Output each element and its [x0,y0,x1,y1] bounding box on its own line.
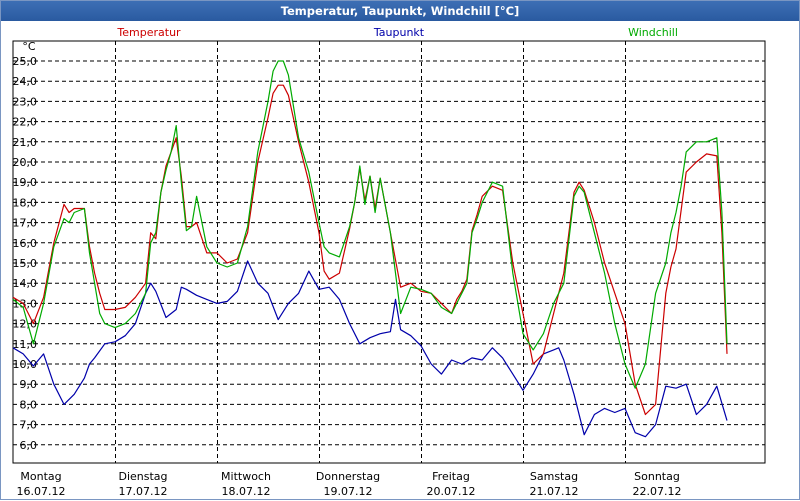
x-date-label: 17.07.12 [119,485,168,498]
y-tick-label: 24,0 [13,75,38,88]
x-day-labels: Montag 16.07.12 Dienstag 17.07.12 Mittwoch 18… [17,470,682,498]
x-day-name: Freitag [432,470,470,483]
x-date-label: 19.07.12 [324,485,373,498]
legend: Temperatur Taupunkt Windchill [116,26,678,39]
series-lines [12,60,728,438]
x-date-label: 22.07.12 [633,485,682,498]
x-day-name: Montag [20,470,61,483]
y-tick-label: 22,0 [13,116,38,129]
x-day-name: Dienstag [118,470,167,483]
plot-frame [12,40,766,464]
x-day-name: Samstag [530,470,578,483]
y-tick-label: 17,0 [13,217,38,230]
y-tick-label: 14,0 [13,277,38,290]
y-tick-label: 6,0 [20,439,38,452]
y-tick-label: 21,0 [13,136,38,149]
line-chart: °C 6,07,08,09,010,011,012,013,014,015,01… [12,26,766,498]
y-tick-label: 10,0 [13,358,38,371]
x-day-name: Donnerstag [316,470,380,483]
series-line-taupunkt [12,260,728,438]
series-line-temperatur [12,84,728,416]
y-tick-label: 19,0 [13,176,38,189]
y-tick-label: 9,0 [20,378,38,391]
legend-temperatur: Temperatur [116,26,181,39]
y-tick-label: 23,0 [13,95,38,108]
x-date-label: 20.07.12 [427,485,476,498]
y-axis-label: °C [22,40,36,53]
y-tick-label: 8,0 [20,398,38,411]
y-tick-label: 25,0 [13,55,38,68]
y-tick-labels: 6,07,08,09,010,011,012,013,014,015,016,0… [13,55,38,452]
vertical-gridlines [115,41,626,463]
x-date-label: 21.07.12 [530,485,579,498]
y-tick-label: 16,0 [13,237,38,250]
x-date-label: 18.07.12 [222,485,271,498]
chart-window: Temperatur, Taupunkt, Windchill [°C] °C … [0,0,800,500]
y-tick-label: 7,0 [20,419,38,432]
legend-windchill: Windchill [628,26,678,39]
x-day-name: Mittwoch [221,470,271,483]
y-tick-label: 18,0 [13,196,38,209]
x-day-name: Sonntag [634,470,680,483]
y-tick-label: 20,0 [13,156,38,169]
horizontal-gridlines [13,60,765,446]
y-tick-label: 15,0 [13,257,38,270]
legend-taupunkt: Taupunkt [373,26,425,39]
x-date-label: 16.07.12 [17,485,66,498]
